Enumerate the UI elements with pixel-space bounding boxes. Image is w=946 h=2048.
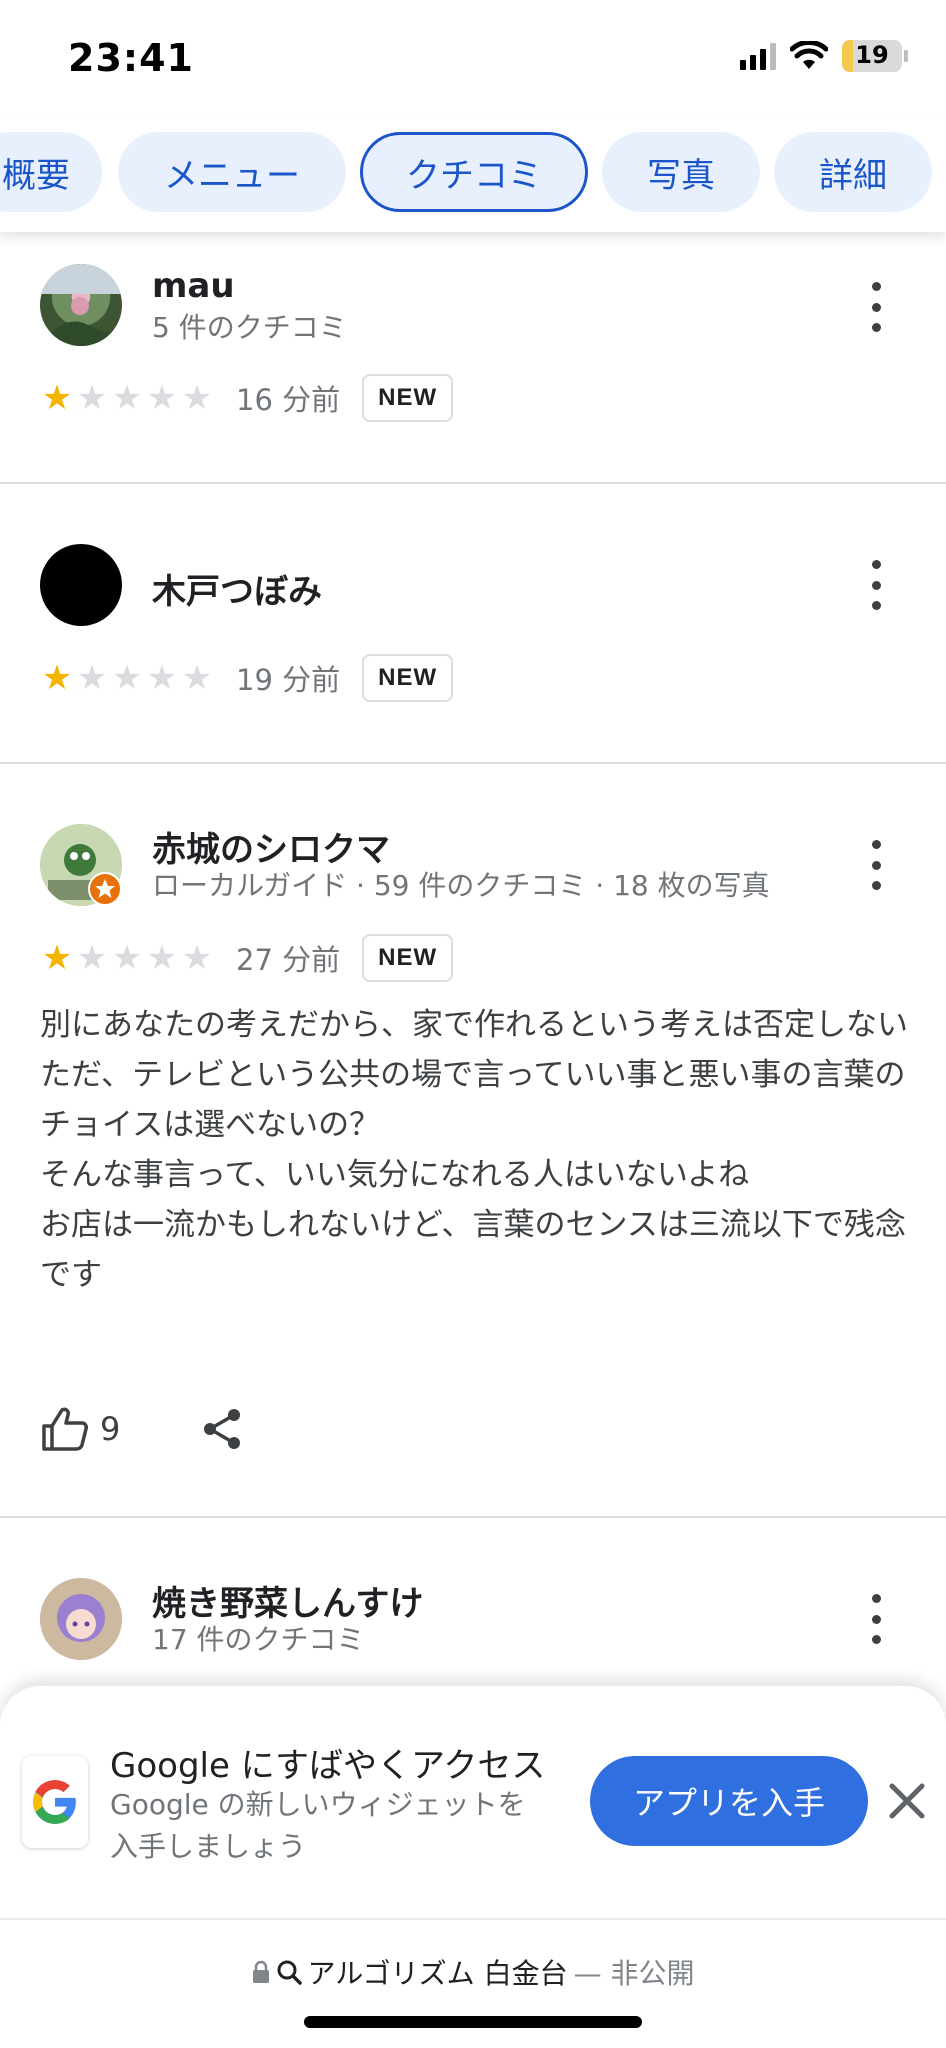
avatar[interactable] [40,264,122,346]
star-icon: ★ [111,378,143,418]
star-icon: ★ [76,938,108,978]
cellular-signal-icon [740,42,776,70]
rating-row: ★ ★ ★ ★ ★ 19 分前 NEW [40,654,454,702]
review-time: 19 分前 [236,663,341,697]
tab-photos[interactable]: 写真 [602,132,760,212]
star-icon: ★ [181,378,213,418]
avatar-image [40,264,122,346]
tab-overview[interactable]: 概要 [0,132,102,212]
review-time: 16 分前 [236,383,341,417]
rating-row: ★ ★ ★ ★ ★ 27 分前 NEW [40,934,454,982]
star-icon: ★ [41,938,73,978]
star-icon: ★ [41,378,73,418]
like-count: 9 [100,1410,121,1448]
review-text: 別にあなたの考えだから、家で作れるという考えは否定しない ただ、テレビという公共… [40,1007,908,1293]
star-icon: ★ [76,378,108,418]
wifi-icon [790,41,828,69]
more-options-icon[interactable] [866,282,886,332]
reviewer-meta: 17 件のクチコミ [152,1623,365,1656]
more-options-icon[interactable] [866,1594,886,1644]
banner-subtitle: Google の新しいウィジェットを入手しましょう [110,1788,526,1863]
address-private-label: — 非公開 [573,1957,695,1990]
status-time: 23:41 [68,36,194,80]
local-guide-badge-icon [88,872,122,906]
star-icon: ★ [146,938,178,978]
divider [0,762,946,764]
tab-menu[interactable]: メニュー [118,132,346,212]
share-icon[interactable] [200,1407,244,1451]
star-rating: ★ ★ ★ ★ ★ [40,941,214,975]
rating-row: ★ ★ ★ ★ ★ 16 分前 NEW [40,374,454,422]
banner-title: Google にすばやくアクセス [110,1746,546,1786]
address-text: アルゴリズム 白金台 — 非公開 [0,1952,946,1992]
star-icon: ★ [76,658,108,698]
get-app-button[interactable]: アプリを入手 [590,1756,868,1846]
more-options-icon[interactable] [866,840,886,890]
tab-bar: 概要 メニュー クチコミ 写真 詳細 [0,120,946,232]
battery-level: 19 [855,41,889,69]
lock-icon [252,1960,269,1983]
divider [0,482,946,484]
star-icon: ★ [181,938,213,978]
battery-cap [904,50,908,62]
star-icon: ★ [146,378,178,418]
search-icon [277,1960,302,1985]
address-query: アルゴリズム 白金台 [307,1957,568,1990]
google-logo-icon [22,1756,88,1848]
app-promo-banner: Google にすばやくアクセス Google の新しいウィジェットを入手しまし… [0,1686,946,1918]
tab-reviews[interactable]: クチコミ [360,132,588,212]
review-actions: 9 [40,1406,244,1452]
close-icon[interactable] [884,1778,930,1824]
new-badge: NEW [362,374,454,422]
battery-icon: 19 [842,40,902,72]
divider [0,1516,946,1518]
like-button[interactable]: 9 [40,1406,120,1452]
avatar[interactable] [40,1578,122,1660]
thumbs-up-icon [42,1407,88,1451]
address-bar[interactable]: アルゴリズム 白金台 — 非公開 [0,1918,946,2048]
review-time: 27 分前 [236,943,341,977]
star-rating: ★ ★ ★ ★ ★ [40,381,214,415]
star-icon: ★ [111,938,143,978]
new-badge: NEW [362,654,454,702]
star-icon: ★ [146,658,178,698]
reviewer-meta: 5 件のクチコミ [152,311,347,344]
avatar[interactable] [40,544,122,626]
star-icon: ★ [111,658,143,698]
new-badge: NEW [362,934,454,982]
reviewer-meta: ローカルガイド · 59 件のクチコミ · 18 枚の写真 [152,869,770,902]
status-bar: 23:41 19 [0,0,946,120]
star-icon: ★ [41,658,73,698]
avatar-image [40,1578,122,1660]
star-icon: ★ [181,658,213,698]
more-options-icon[interactable] [866,560,886,610]
status-icons: 19 [740,40,908,72]
reviewer-name[interactable]: mau [152,266,235,306]
star-rating: ★ ★ ★ ★ ★ [40,661,214,695]
home-indicator[interactable] [304,2016,642,2028]
tab-details[interactable]: 詳細 [774,132,932,212]
reviewer-name[interactable]: 木戸つぼみ [152,564,322,613]
